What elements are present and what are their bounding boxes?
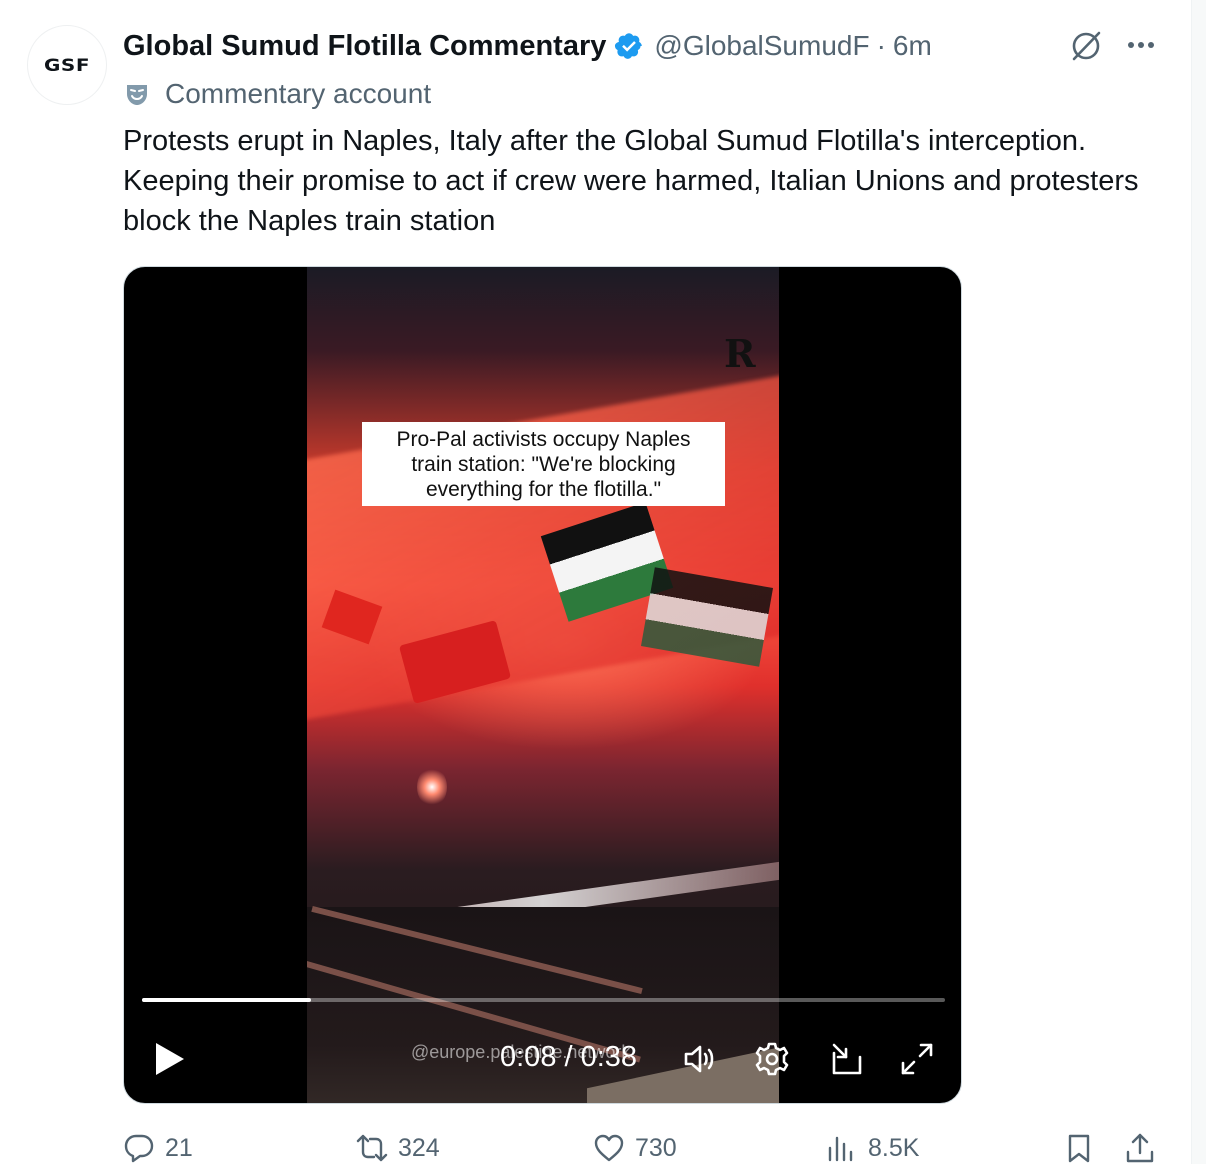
video-overlay-logo: R <box>724 331 756 376</box>
video-caption-line: Pro-Pal activists occupy Naples <box>396 427 691 451</box>
repost-icon <box>356 1134 388 1162</box>
avatar-logo-text: GSF <box>44 54 90 76</box>
commentary-label-text: Commentary account <box>165 78 432 109</box>
video-caption-line: everything for the flotilla." <box>425 477 662 501</box>
share-button[interactable] <box>1124 1128 1156 1164</box>
video-frame[interactable]: R Pro-Pal activists occupy Naples train … <box>307 267 779 1103</box>
display-name[interactable]: Global Sumud Flotilla Commentary <box>123 30 606 63</box>
fullscreen-icon[interactable] <box>897 1039 937 1079</box>
share-icon <box>1126 1133 1154 1163</box>
bookmark-icon <box>1068 1134 1090 1163</box>
like-button[interactable]: 730 <box>593 1128 677 1164</box>
video-scene-flare <box>417 767 447 807</box>
reply-button[interactable]: 21 <box>123 1128 193 1164</box>
reply-icon <box>124 1134 154 1163</box>
pip-icon[interactable] <box>827 1039 867 1079</box>
avatar[interactable]: GSF <box>27 25 107 105</box>
video-player[interactable]: R Pro-Pal activists occupy Naples train … <box>123 266 962 1104</box>
verified-badge-icon[interactable] <box>614 31 644 61</box>
handle[interactable]: @GlobalSumudF <box>654 30 869 62</box>
repost-count: 324 <box>398 1133 440 1162</box>
commentary-mask-icon <box>127 85 147 105</box>
views-icon <box>828 1136 853 1162</box>
post-card[interactable]: GSF Global Sumud Flotilla Commentary @Gl… <box>0 0 1192 1164</box>
separator-dot: · <box>876 30 886 61</box>
bookmark-button[interactable] <box>1063 1128 1095 1164</box>
play-icon[interactable] <box>152 1039 188 1079</box>
video-caption: Pro-Pal activists occupy Naples train st… <box>362 422 725 506</box>
settings-icon[interactable] <box>752 1039 792 1079</box>
video-caption-line: train station: "We're blocking <box>411 452 676 476</box>
action-bar: 21 324 730 8.5K <box>123 1128 1163 1164</box>
more-icon[interactable] <box>1124 30 1158 60</box>
post-time[interactable]: 6m <box>893 30 932 62</box>
like-count: 730 <box>635 1133 677 1162</box>
repost-button[interactable]: 324 <box>356 1128 440 1164</box>
video-time-display: 0:08 / 0:38 <box>500 1041 638 1073</box>
video-progress-bar[interactable] <box>142 998 945 1002</box>
views-button[interactable]: 8.5K <box>826 1128 919 1164</box>
video-progress-fill <box>142 998 311 1002</box>
views-count: 8.5K <box>868 1133 920 1162</box>
commentary-label: Commentary account <box>123 74 431 114</box>
volume-icon[interactable] <box>680 1039 720 1079</box>
post-text: Protests erupt in Naples, Italy after th… <box>123 125 1139 237</box>
post-header: Global Sumud Flotilla Commentary @Global… <box>123 24 932 68</box>
grok-icon[interactable] <box>1068 28 1104 64</box>
like-icon <box>594 1134 624 1162</box>
reply-count: 21 <box>165 1133 193 1162</box>
